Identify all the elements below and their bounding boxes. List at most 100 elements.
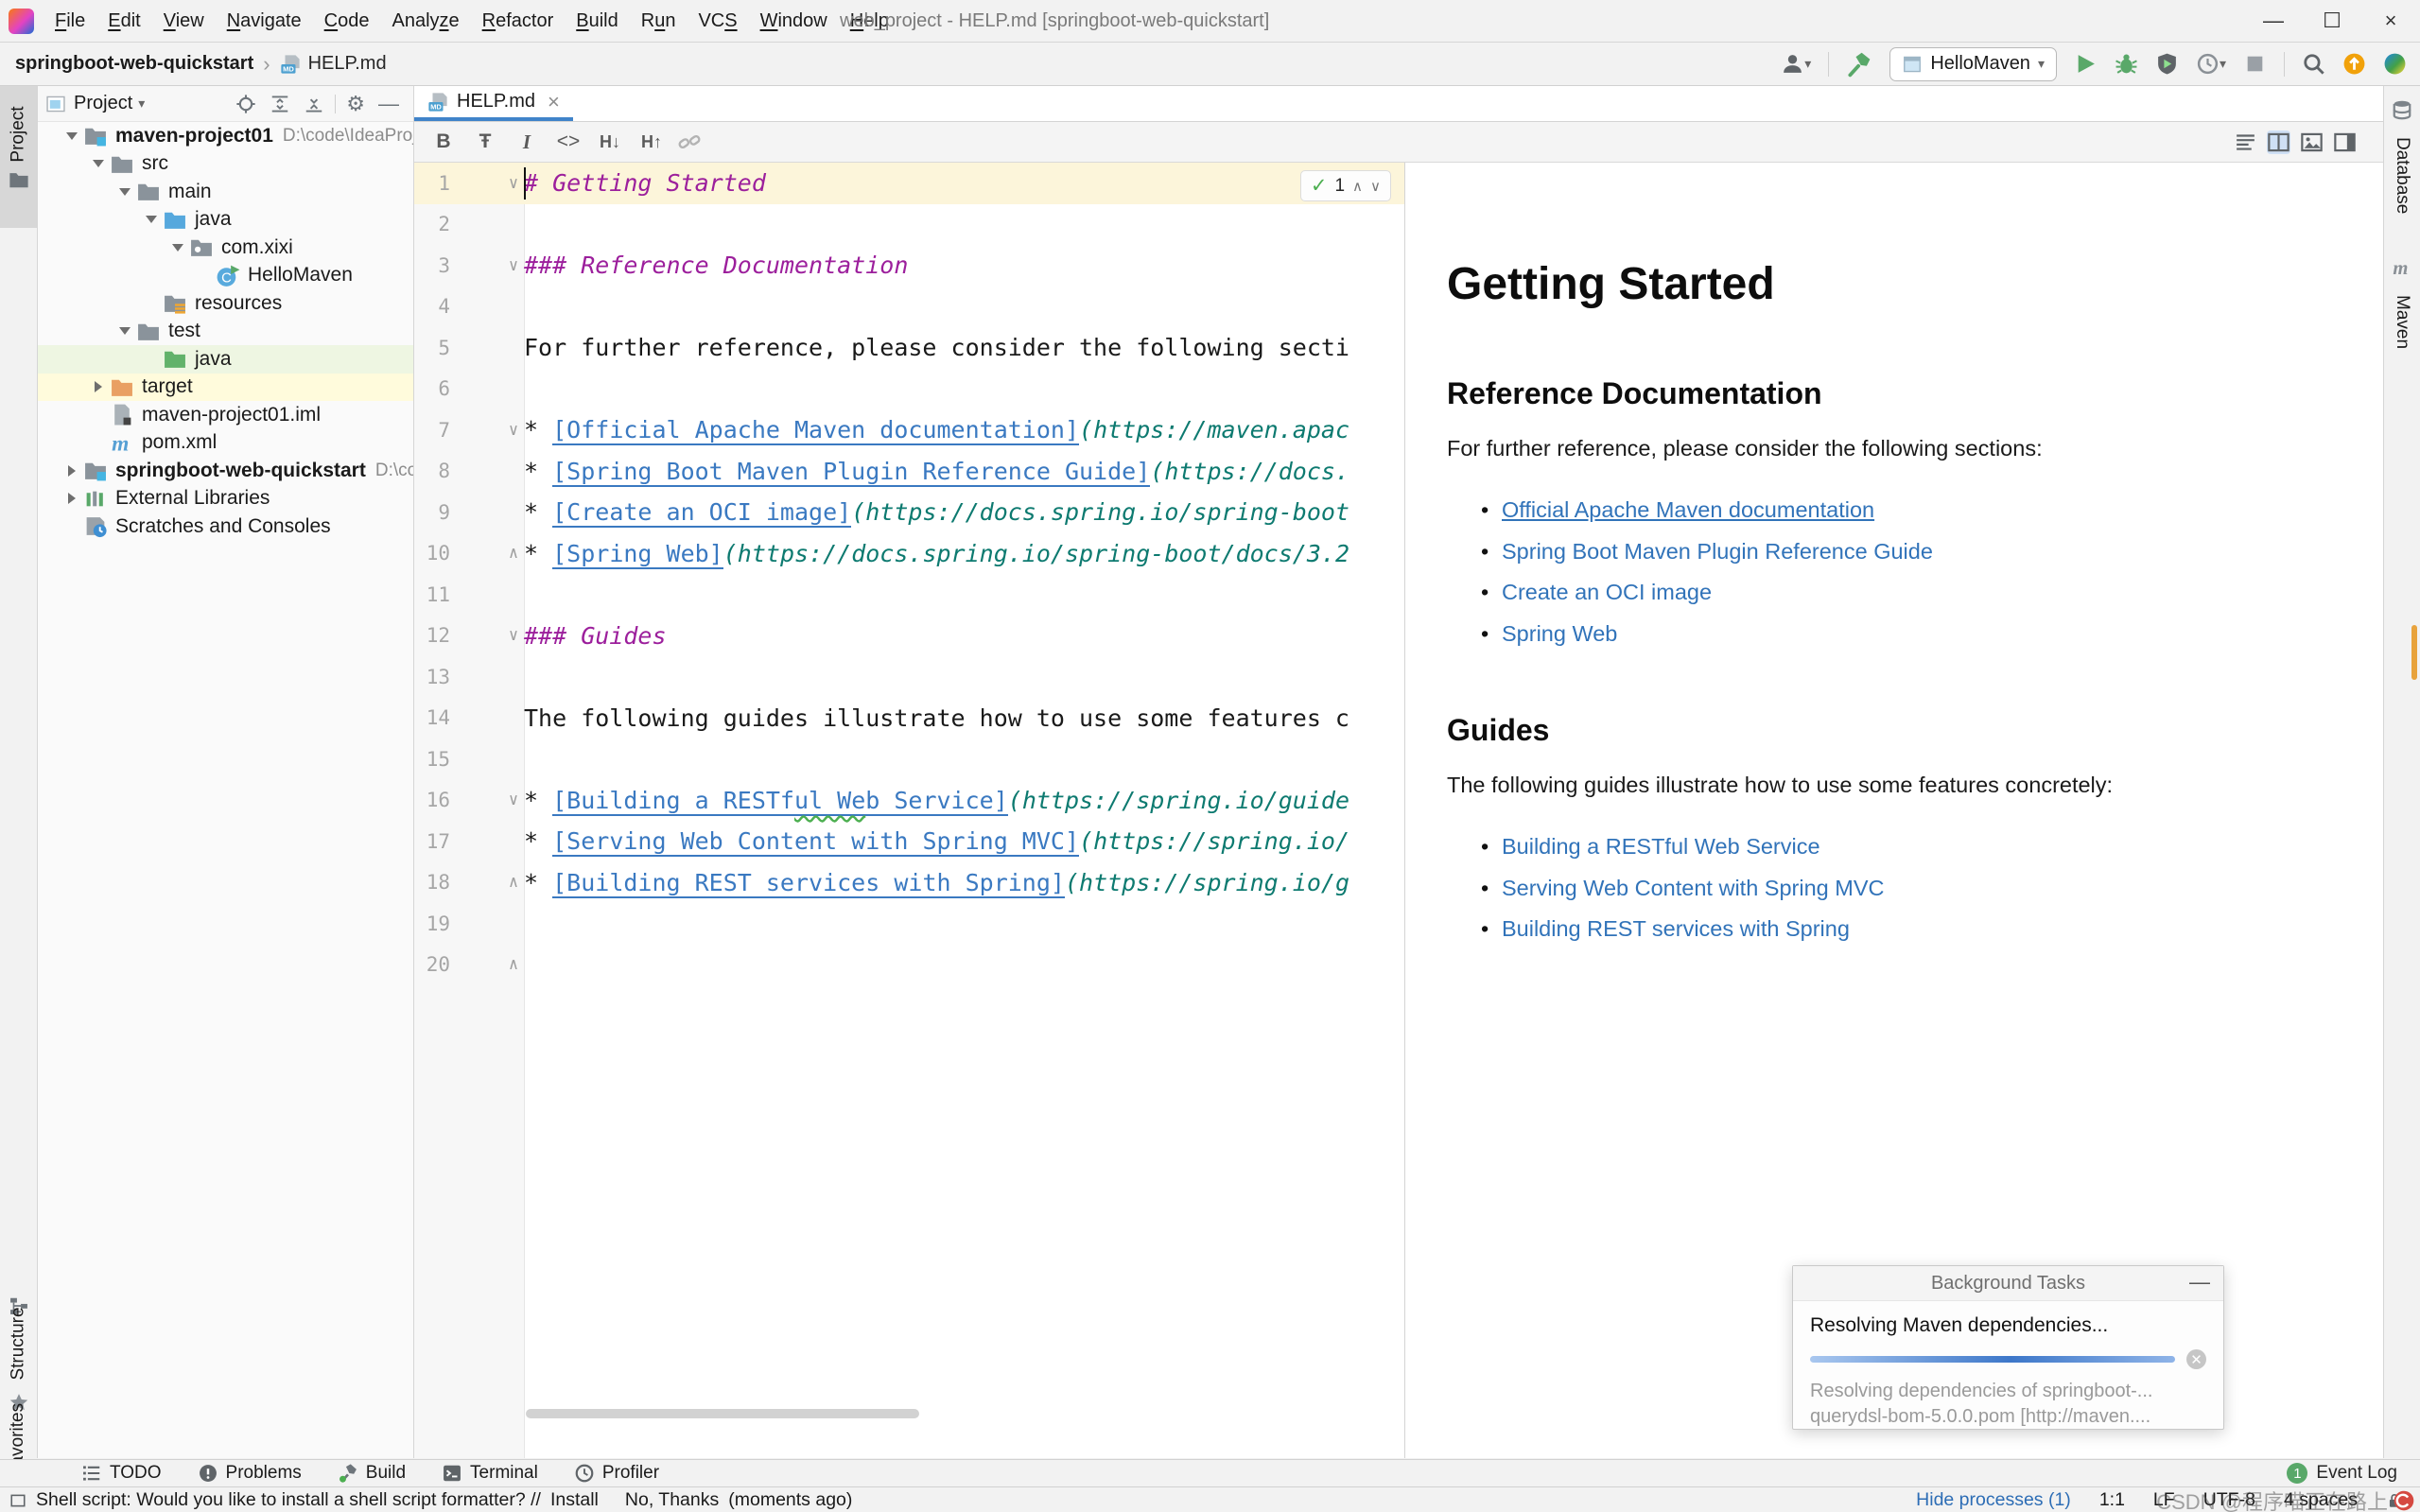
- menu-item-build[interactable]: Build: [565, 10, 629, 31]
- fold-start-icon[interactable]: ∨: [503, 256, 524, 275]
- tree-item-java[interactable]: java: [38, 206, 413, 235]
- toolwindow-button-problems[interactable]: Problems: [198, 1463, 302, 1484]
- md-link[interactable]: [Building a RESTf: [552, 786, 794, 816]
- fold-start-icon[interactable]: ∨: [503, 174, 524, 193]
- tree-item-springboot-web-quickstart[interactable]: springboot-web-quickstart D:\code\IdeaPro…: [38, 457, 413, 485]
- lock-icon[interactable]: [2386, 1492, 2403, 1509]
- tree-item-pom-xml[interactable]: m pom.xml: [38, 429, 413, 458]
- code-line-4[interactable]: 4: [414, 287, 1404, 328]
- code-line-17[interactable]: 17 * [Serving Web Content with Spring MVC…: [414, 821, 1404, 862]
- sidebar-item-database[interactable]: Database: [2392, 99, 2412, 214]
- stop-button[interactable]: [2243, 52, 2267, 76]
- tree-item-src[interactable]: src: [38, 150, 413, 179]
- md-link[interactable]: b Service]: [865, 786, 1008, 816]
- layout-icon[interactable]: [2333, 130, 2357, 154]
- project-panel-title[interactable]: Project: [74, 93, 132, 114]
- profiler-button[interactable]: ▾: [2196, 52, 2226, 76]
- menu-item-view[interactable]: View: [152, 10, 216, 31]
- code-line-13[interactable]: 13: [414, 656, 1404, 698]
- code-line-11[interactable]: 11: [414, 574, 1404, 616]
- caret-position[interactable]: 1:1: [2099, 1489, 2125, 1511]
- line-ending[interactable]: LF: [2153, 1489, 2175, 1511]
- tree-item-main[interactable]: main: [38, 178, 413, 206]
- tree-item-target[interactable]: target: [38, 373, 413, 401]
- code-button[interactable]: <>: [552, 128, 584, 156]
- menu-item-refactor[interactable]: Refactor: [471, 10, 566, 31]
- code-line-1[interactable]: 1 ∨ # Getting Started: [414, 163, 1404, 204]
- bold-button[interactable]: B: [427, 128, 460, 156]
- ide-features-button[interactable]: [2383, 52, 2407, 76]
- run-button[interactable]: [2074, 52, 2098, 76]
- code-line-9[interactable]: 9 * [Create an OCI image](https://docs.sp…: [414, 492, 1404, 533]
- menu-item-navigate[interactable]: Navigate: [216, 10, 313, 31]
- chevron-down-icon[interactable]: [113, 327, 136, 336]
- sidebar-item-maven[interactable]: m Maven: [2392, 257, 2412, 349]
- close-icon[interactable]: ×: [2361, 0, 2420, 42]
- code-line-14[interactable]: 14 The following guides illustrate how to…: [414, 698, 1404, 739]
- menu-item-analyze[interactable]: Analyze: [380, 10, 470, 31]
- md-link[interactable]: [Spring Boot Maven Plugin Reference Guid…: [552, 457, 1151, 487]
- preview-link[interactable]: Building REST services with Spring: [1502, 916, 1850, 941]
- toolwindow-button-profiler[interactable]: Profiler: [574, 1463, 659, 1484]
- close-icon[interactable]: ×: [548, 90, 560, 114]
- fold-start-icon[interactable]: ∨: [503, 791, 524, 809]
- sidebar-item-project[interactable]: Project: [0, 86, 37, 228]
- preview-link[interactable]: Spring Boot Maven Plugin Reference Guide: [1502, 539, 1933, 564]
- no-thanks-action[interactable]: No, Thanks: [625, 1489, 719, 1511]
- fold-start-icon[interactable]: ∨: [503, 421, 524, 440]
- event-log-button[interactable]: 1 Event Log: [2287, 1463, 2420, 1484]
- code-line-7[interactable]: 7 ∨ * [Official Apache Maven documentation…: [414, 409, 1404, 451]
- code-line-8[interactable]: 8 * [Spring Boot Maven Plugin Reference G…: [414, 451, 1404, 493]
- menu-item-vcs[interactable]: VCS: [687, 10, 748, 31]
- user-profile-button[interactable]: ▾: [1781, 52, 1811, 76]
- preview-link[interactable]: Spring Web: [1502, 621, 1617, 646]
- code-line-20[interactable]: 20 ∧: [414, 945, 1404, 986]
- code-line-12[interactable]: 12 ∨ ### Guides: [414, 616, 1404, 657]
- select-opened-file-icon[interactable]: [235, 94, 256, 114]
- code-line-6[interactable]: 6: [414, 369, 1404, 410]
- code-line-10[interactable]: 10 ∧ * [Spring Web](https://docs.spring.io…: [414, 533, 1404, 575]
- hide-processes-link[interactable]: Hide processes (1): [1916, 1489, 2071, 1511]
- chevron-down-icon[interactable]: ▾: [138, 96, 145, 112]
- inspection-widget[interactable]: ✓ 1 ∧ ∨: [1299, 170, 1391, 201]
- run-configuration-select[interactable]: HelloMaven ▾: [1889, 46, 2057, 81]
- toolwindow-button-todo[interactable]: TODO: [81, 1463, 162, 1484]
- tree-item-maven-project01-iml[interactable]: maven-project01.iml: [38, 401, 413, 429]
- hide-panel-icon[interactable]: —: [378, 92, 399, 116]
- md-link[interactable]: [Create an OCI image]: [552, 498, 852, 529]
- md-link[interactable]: [Spring Web]: [552, 539, 723, 569]
- tab-help-md[interactable]: MD HELP.md ×: [414, 86, 573, 121]
- indent-setting[interactable]: 4 spaces: [2284, 1489, 2358, 1511]
- code-line-3[interactable]: 3 ∨ ### Reference Documentation: [414, 245, 1404, 287]
- search-everywhere-button[interactable]: [2302, 52, 2325, 76]
- tree-item-hellomaven[interactable]: C HelloMaven: [38, 262, 413, 290]
- tree-item-java[interactable]: java: [38, 345, 413, 374]
- chevron-right-icon[interactable]: [87, 381, 110, 393]
- menu-item-edit[interactable]: Edit: [96, 10, 151, 31]
- breadcrumb-file[interactable]: HELP.md: [308, 53, 387, 75]
- preview-link[interactable]: Building a RESTful Web Service: [1502, 834, 1820, 859]
- chevron-down-icon[interactable]: [166, 243, 189, 252]
- header-down-button[interactable]: H↓: [594, 128, 626, 156]
- chevron-right-icon[interactable]: [61, 464, 83, 477]
- horizontal-scrollbar[interactable]: [526, 1409, 919, 1418]
- minimize-popup-icon[interactable]: —: [2189, 1270, 2210, 1295]
- menu-item-run[interactable]: Run: [630, 10, 688, 31]
- breadcrumb-project[interactable]: springboot-web-quickstart: [15, 53, 253, 75]
- cancel-task-icon[interactable]: ✕: [2186, 1349, 2206, 1369]
- italic-button[interactable]: I: [511, 128, 543, 156]
- maximize-icon[interactable]: ☐: [2303, 0, 2361, 42]
- split-view-icon[interactable]: [2267, 130, 2290, 154]
- chevron-down-icon[interactable]: [113, 187, 136, 196]
- md-link[interactable]: ul We: [793, 786, 866, 816]
- fold-end-icon[interactable]: ∧: [503, 873, 524, 892]
- md-link[interactable]: [Building REST services with Spring]: [552, 868, 1065, 898]
- preview-image-icon[interactable]: [2300, 130, 2324, 154]
- tree-item-test[interactable]: test: [38, 318, 413, 346]
- chevron-down-icon[interactable]: [87, 160, 110, 168]
- fold-end-icon[interactable]: ∧: [503, 955, 524, 974]
- tree-item-resources[interactable]: resources: [38, 289, 413, 318]
- md-link[interactable]: [Serving Web Content with Spring MVC]: [552, 827, 1080, 858]
- md-link[interactable]: [Official Apache Maven documentation]: [552, 416, 1080, 446]
- gear-icon[interactable]: ⚙: [346, 92, 365, 116]
